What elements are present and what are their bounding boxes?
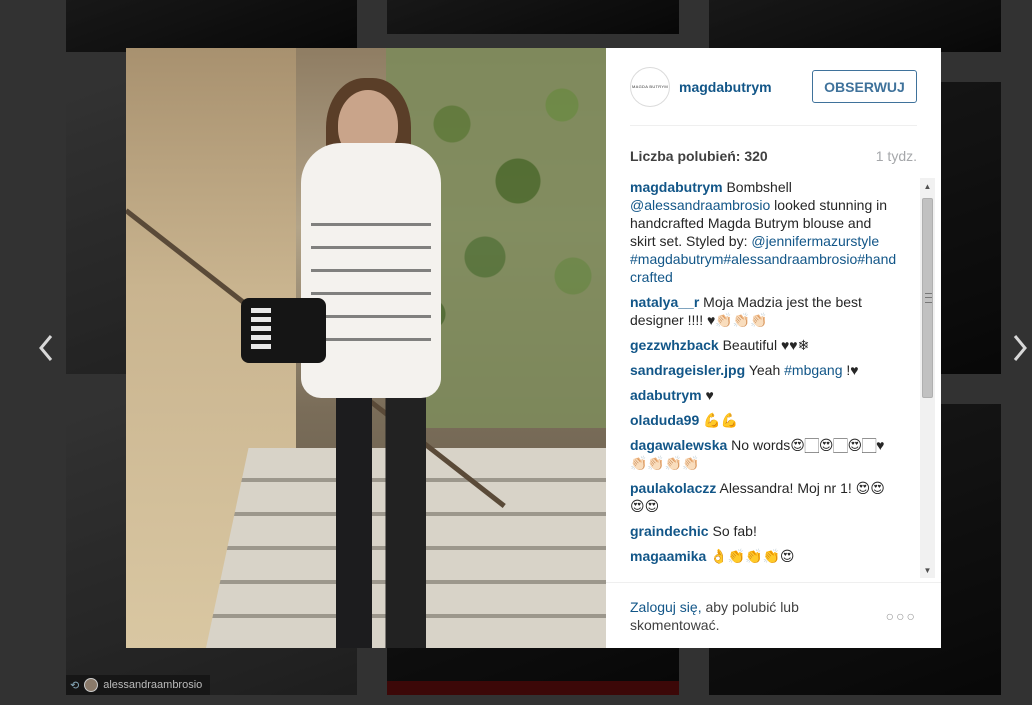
post-modal: MAGDA BUTRYM magdabutrym OBSERWUJ Liczba… bbox=[126, 48, 941, 648]
comment-text: !♥ bbox=[846, 362, 859, 378]
comment: sandrageisler.jpg Yeah #mbgang !♥ bbox=[630, 361, 898, 379]
comment-text: ♥ bbox=[705, 387, 714, 403]
post-time[interactable]: 1 tydz. bbox=[876, 148, 917, 164]
follow-button[interactable]: OBSERWUJ bbox=[812, 70, 917, 103]
caption-username[interactable]: magdabutrym bbox=[630, 179, 723, 195]
comment: gezzwhzback Beautiful ♥♥❄ bbox=[630, 336, 898, 354]
post-footer: Zaloguj się, aby polubić lub skomentować… bbox=[606, 582, 941, 648]
comment-username[interactable]: dagawalewska bbox=[630, 437, 727, 453]
comment-username[interactable]: natalya__r bbox=[630, 294, 699, 310]
comment: graindechic So fab! bbox=[630, 522, 898, 540]
comment-username[interactable]: paulakolaczz bbox=[630, 480, 716, 496]
comment: dagawalewska No words😍🏻😍🏻😍🏻♥👏🏻👏🏻👏🏻👏🏻 bbox=[630, 436, 898, 472]
avatar[interactable]: MAGDA BUTRYM bbox=[630, 66, 670, 107]
scroll-up-arrow-icon[interactable]: ▲ bbox=[920, 178, 935, 194]
caption-stylist[interactable]: @jennifermazurstyle bbox=[751, 233, 879, 249]
repost-icon: ⟲ bbox=[70, 679, 80, 692]
comment: paulakolaczz Alessandra! Moj nr 1! 😍😍😍😍 bbox=[630, 479, 898, 515]
scrollbar-thumb[interactable] bbox=[922, 198, 933, 398]
more-options-button[interactable]: ○○○ bbox=[886, 608, 917, 624]
comments-scrollbar[interactable]: ▲ ▼ bbox=[920, 178, 935, 578]
likes-row: Liczba polubień: 320 1 tydz. bbox=[630, 126, 917, 186]
comment-username[interactable]: gezzwhzback bbox=[630, 337, 719, 353]
comment-username[interactable]: oladuda99 bbox=[630, 412, 699, 428]
comment-text: 👌👏👏👏😍 bbox=[710, 548, 795, 564]
login-prompt: Zaloguj się, aby polubić lub skomentować… bbox=[630, 598, 840, 634]
comments-scroll-area[interactable]: magdabutrym Bombshell @alessandraambrosi… bbox=[630, 178, 945, 580]
comment-text: Beautiful ♥♥❄ bbox=[722, 337, 810, 353]
previous-post-button[interactable] bbox=[34, 330, 58, 366]
likes-count[interactable]: Liczba polubień: 320 bbox=[630, 148, 768, 164]
comment: natalya__r Moja Madzia jest the best des… bbox=[630, 293, 898, 329]
post-photo[interactable] bbox=[126, 48, 606, 648]
post-header: MAGDA BUTRYM magdabutrym OBSERWUJ bbox=[630, 48, 917, 126]
login-link[interactable]: Zaloguj się, bbox=[630, 599, 702, 615]
caption-text: Bombshell bbox=[726, 179, 792, 195]
post-username[interactable]: magdabutrym bbox=[679, 79, 812, 95]
repost-badge: ⟲ alessandraambrosio bbox=[66, 675, 210, 695]
chevron-left-icon bbox=[39, 335, 53, 361]
repost-avatar bbox=[84, 678, 99, 692]
comment-username[interactable]: magaamika bbox=[630, 548, 706, 564]
comment-text: 💪💪 bbox=[703, 412, 739, 428]
comment-text: Yeah bbox=[748, 362, 781, 378]
comment-text: So fab! bbox=[712, 523, 757, 539]
comment: magaamika 👌👏👏👏😍 bbox=[630, 547, 898, 565]
comment-username[interactable]: adabutrym bbox=[630, 387, 702, 403]
repost-username: alessandraambrosio bbox=[103, 679, 203, 691]
comment-username[interactable]: graindechic bbox=[630, 523, 709, 539]
comments-list: magdabutrym Bombshell @alessandraambrosi… bbox=[630, 178, 898, 565]
comment-hashtag[interactable]: #mbgang bbox=[784, 362, 842, 378]
chevron-right-icon bbox=[1013, 335, 1027, 361]
comment-username[interactable]: sandrageisler.jpg bbox=[630, 362, 745, 378]
caption-mention[interactable]: @alessandraambrosio bbox=[630, 197, 770, 213]
caption: magdabutrym Bombshell @alessandraambrosi… bbox=[630, 178, 898, 286]
next-post-button[interactable] bbox=[1008, 330, 1032, 366]
scroll-down-arrow-icon[interactable]: ▼ bbox=[920, 562, 935, 578]
caption-hashtags[interactable]: #magdabutrym#alessandraambrosio#handcraf… bbox=[630, 251, 896, 285]
comment: adabutrym ♥ bbox=[630, 386, 898, 404]
comment: oladuda99 💪💪 bbox=[630, 411, 898, 429]
